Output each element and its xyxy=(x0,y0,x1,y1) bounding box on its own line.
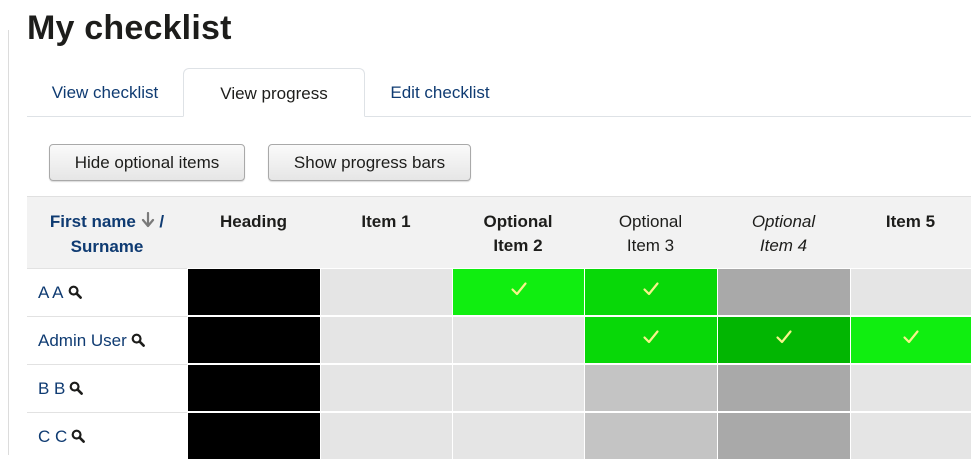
column-header-optional-item-2: Optional Item 2 xyxy=(452,196,584,268)
user-name-link[interactable]: C C xyxy=(38,427,67,446)
column-header-line2: Item 3 xyxy=(626,236,675,255)
name-column-header: First name / Surname xyxy=(27,196,187,268)
progress-cell-heading xyxy=(187,268,320,315)
search-icon[interactable] xyxy=(69,366,84,414)
table-row: Admin User xyxy=(27,316,971,364)
progress-cell-optional-empty xyxy=(717,364,850,411)
sort-first-name-link[interactable]: First name xyxy=(50,212,136,231)
page-title: My checklist xyxy=(27,9,232,47)
user-name-cell: Admin User xyxy=(27,316,187,364)
progress-cell-checked-dark xyxy=(717,316,850,363)
user-name-link[interactable]: B B xyxy=(38,379,65,398)
progress-cell-checked xyxy=(850,316,971,363)
column-header-line1: Optional xyxy=(751,212,816,231)
progress-cell-empty xyxy=(452,412,584,459)
progress-cell-empty xyxy=(850,268,971,315)
show-progress-bars-button[interactable]: Show progress bars xyxy=(268,144,471,181)
tab-edit-checklist[interactable]: Edit checklist xyxy=(365,68,515,116)
column-header-line1: Item 5 xyxy=(885,212,936,231)
user-name-link[interactable]: Admin User xyxy=(38,331,127,350)
column-header-line1: Optional xyxy=(483,212,553,231)
check-icon xyxy=(642,317,660,364)
hide-optional-items-button[interactable]: Hide optional items xyxy=(49,144,245,181)
table-row: A A xyxy=(27,268,971,316)
check-icon xyxy=(775,317,793,364)
tab-bar: View checklist View progress Edit checkl… xyxy=(27,68,971,117)
progress-cell-empty xyxy=(320,316,452,363)
progress-cell-heading xyxy=(187,364,320,411)
user-name-link[interactable]: A A xyxy=(38,283,64,302)
column-header-optional-item-3: Optional Item 3 xyxy=(584,196,717,268)
column-header-line1: Optional xyxy=(618,212,683,231)
progress-cell-optional-light xyxy=(584,412,717,459)
progress-cell-heading xyxy=(187,412,320,459)
check-icon xyxy=(902,317,920,364)
progress-cell-empty xyxy=(320,364,452,411)
progress-cell-empty xyxy=(452,364,584,411)
progress-cell-empty xyxy=(850,364,971,411)
search-icon[interactable] xyxy=(71,414,86,462)
column-header-line1: Item 1 xyxy=(361,212,411,231)
name-separator: / xyxy=(159,212,165,231)
search-icon[interactable] xyxy=(68,270,82,318)
column-header-heading: Heading xyxy=(187,196,320,268)
progress-cell-empty xyxy=(320,268,452,315)
column-header-optional-item-4: Optional Item 4 xyxy=(717,196,850,268)
column-header-line2: Item 2 xyxy=(493,236,543,255)
progress-cell-checked-bright xyxy=(584,268,717,315)
progress-cell-optional-light xyxy=(584,364,717,411)
progress-cell-empty xyxy=(452,316,584,363)
tab-view-progress[interactable]: View progress xyxy=(183,68,365,117)
left-border xyxy=(8,30,9,455)
progress-cell-empty xyxy=(850,412,971,459)
table-row: B B xyxy=(27,364,971,412)
user-name-cell: C C xyxy=(27,412,187,460)
sort-surname-link[interactable]: Surname xyxy=(71,237,144,256)
check-icon xyxy=(510,269,528,316)
progress-cell-optional-empty xyxy=(717,412,850,459)
arrow-down-icon[interactable] xyxy=(141,211,155,235)
progress-cell-checked-bright xyxy=(584,316,717,363)
column-header-item-5: Item 5 xyxy=(850,196,971,268)
check-icon xyxy=(642,269,660,316)
tab-view-checklist[interactable]: View checklist xyxy=(27,68,183,116)
column-header-line1: Heading xyxy=(219,212,288,231)
table-row: C C xyxy=(27,412,971,460)
search-icon[interactable] xyxy=(131,318,145,366)
user-name-cell: A A xyxy=(27,268,187,316)
progress-cell-checked xyxy=(452,268,584,315)
progress-cell-optional-empty xyxy=(717,268,850,315)
progress-cell-heading xyxy=(187,316,320,363)
progress-cell-empty xyxy=(320,412,452,459)
column-header-item-1: Item 1 xyxy=(320,196,452,268)
user-name-cell: B B xyxy=(27,364,187,412)
column-header-line2: Item 4 xyxy=(759,236,808,255)
